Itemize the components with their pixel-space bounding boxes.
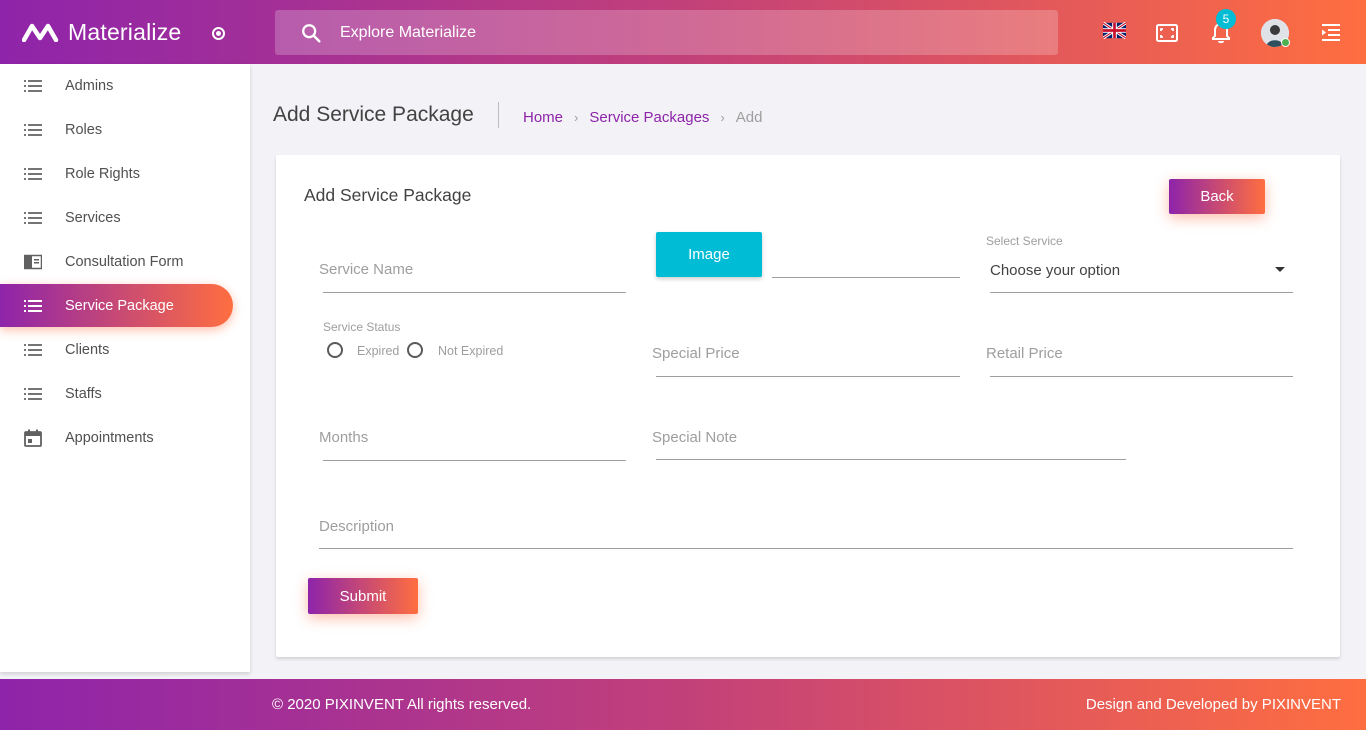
- status-expired-radio[interactable]: [327, 342, 343, 358]
- materialize-logo-icon: [22, 23, 59, 42]
- sidebar-item-label: Consultation Form: [65, 253, 184, 270]
- footer-copyright: © 2020 PIXINVENT All rights reserved.: [272, 696, 532, 713]
- card-title: Add Service Package: [304, 185, 472, 205]
- months-label: Months: [319, 429, 369, 446]
- brand-name: Materialize: [68, 18, 182, 45]
- list-icon: [24, 387, 42, 400]
- months-field[interactable]: [323, 460, 626, 461]
- search-bar: [275, 10, 1058, 55]
- form-icon: [24, 254, 42, 269]
- uk-flag-icon[interactable]: [1103, 22, 1126, 39]
- form-card: Add Service Package Back Service Name Im…: [276, 155, 1340, 657]
- special-note-field[interactable]: [656, 459, 1126, 460]
- status-not-expired-label: Not Expired: [438, 344, 504, 358]
- sidebar-item-consultation-form[interactable]: Consultation Form: [0, 240, 233, 283]
- breadcrumb-home-link[interactable]: Home: [523, 109, 563, 126]
- sidebar-item-staffs[interactable]: Staffs: [0, 372, 233, 415]
- special-price-label: Special Price: [652, 345, 740, 362]
- image-upload-button[interactable]: Image: [656, 232, 762, 277]
- sidebar-item-label: Role Rights: [65, 165, 140, 182]
- search-icon: [302, 23, 321, 43]
- list-icon: [24, 79, 42, 92]
- select-service-label: Select Service: [986, 234, 1063, 248]
- list-icon: [24, 299, 42, 312]
- service-name-field[interactable]: [323, 292, 626, 293]
- chevron-right-icon: ›: [720, 110, 725, 125]
- description-label: Description: [319, 518, 395, 535]
- sidebar-item-service-package[interactable]: Service Package: [0, 284, 233, 327]
- search-input[interactable]: [340, 23, 940, 42]
- sidebar-item-clients[interactable]: Clients: [0, 328, 233, 371]
- calendar-icon: [24, 429, 42, 447]
- status-not-expired-radio[interactable]: [407, 342, 423, 358]
- fullscreen-icon[interactable]: [1155, 21, 1179, 45]
- sidebar-item-admins[interactable]: Admins: [0, 64, 233, 107]
- sidebar-item-appointments[interactable]: Appointments: [0, 416, 233, 459]
- title-divider: [498, 102, 499, 128]
- sidebar-item-roles[interactable]: Roles: [0, 108, 233, 151]
- chevron-right-icon: ›: [574, 110, 579, 125]
- retail-price-label: Retail Price: [986, 345, 1063, 362]
- submit-button[interactable]: Submit: [308, 578, 418, 614]
- sidebar: Admins Roles Role Rights Services Consul…: [0, 64, 250, 672]
- dropdown-caret-icon[interactable]: [1275, 267, 1285, 272]
- breadcrumb-current: Add: [735, 109, 763, 126]
- right-sidebar-toggle-icon[interactable]: [1319, 21, 1343, 45]
- special-note-label: Special Note: [652, 429, 738, 446]
- sidebar-item-label: Clients: [65, 341, 110, 358]
- sidebar-item-label: Service Package: [65, 297, 174, 314]
- footer: © 2020 PIXINVENT All rights reserved. De…: [0, 679, 1366, 730]
- select-service-dropdown[interactable]: Choose your option: [990, 262, 1120, 279]
- select-service-underline: [990, 292, 1293, 293]
- notification-count-badge: 5: [1216, 9, 1236, 29]
- sidebar-item-label: Admins: [65, 77, 114, 94]
- online-status-dot: [1281, 38, 1290, 47]
- sidebar-item-role-rights[interactable]: Role Rights: [0, 152, 233, 195]
- sidebar-item-label: Services: [65, 209, 121, 226]
- back-button[interactable]: Back: [1169, 179, 1265, 214]
- service-status-label: Service Status: [323, 320, 401, 334]
- service-name-label: Service Name: [319, 261, 414, 278]
- list-icon: [24, 123, 42, 136]
- sidebar-lock-toggle-icon[interactable]: [212, 27, 225, 40]
- status-expired-label: Expired: [357, 344, 400, 358]
- footer-credit: Design and Developed by PIXINVENT: [1085, 696, 1341, 713]
- sidebar-item-label: Roles: [65, 121, 103, 138]
- sidebar-item-label: Staffs: [65, 385, 102, 402]
- sidebar-item-services[interactable]: Services: [0, 196, 233, 239]
- description-field[interactable]: [319, 548, 1293, 549]
- retail-price-field[interactable]: [990, 376, 1293, 377]
- breadcrumb-service-packages-link[interactable]: Service Packages: [589, 109, 709, 126]
- list-icon: [24, 343, 42, 356]
- special-price-field[interactable]: [656, 376, 960, 377]
- breadcrumb: Home › Service Packages › Add: [523, 109, 762, 126]
- list-icon: [24, 167, 42, 180]
- top-header: Materialize 5: [0, 0, 1366, 64]
- list-icon: [24, 211, 42, 224]
- sidebar-item-label: Appointments: [65, 429, 154, 446]
- image-path-field[interactable]: [772, 277, 960, 278]
- page-title: Add Service Package: [273, 103, 474, 126]
